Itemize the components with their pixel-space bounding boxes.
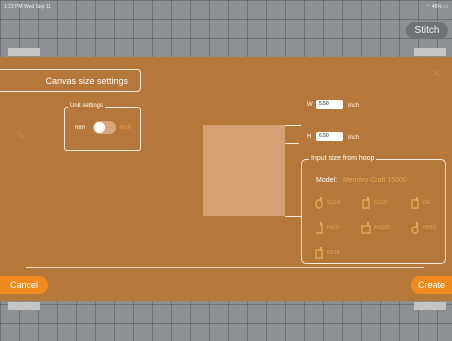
hoop-item-fa10[interactable]: FA10 <box>314 222 354 234</box>
tool-icon: ✎ <box>16 130 26 142</box>
hoop-item-sq23[interactable]: SQ23 <box>361 197 401 209</box>
canvas-preview <box>203 125 285 216</box>
unit-settings-legend: Unit settings <box>68 103 106 109</box>
status-battery: ◠ 46% ▭ <box>426 4 448 10</box>
hoop-item-gr[interactable]: GR <box>410 197 442 209</box>
width-unit: inch <box>348 103 360 109</box>
left-panel-handle-bottom <box>8 302 40 310</box>
hoop-icon <box>316 222 323 234</box>
model-label: Model: <box>316 177 338 184</box>
close-icon: ✕ <box>432 68 442 80</box>
wifi-icon: ◠ <box>426 4 431 10</box>
hoop-icon <box>361 222 371 234</box>
hoop-icon <box>411 222 419 234</box>
right-panel-handle-bottom <box>414 302 446 310</box>
create-button[interactable]: Create <box>411 276 452 294</box>
width-leader-line <box>285 125 301 126</box>
hoop-model-row[interactable]: Model: Memory Craft 15000 <box>316 177 407 184</box>
hoop-item-hh10[interactable]: HH10 <box>410 222 444 234</box>
hoop-item-re18[interactable]: RE18 <box>314 247 354 259</box>
height-input[interactable]: 6.50 <box>316 132 343 141</box>
button-divider <box>26 267 424 268</box>
height-leader-line <box>285 143 299 144</box>
left-panel-handle-top <box>8 48 40 56</box>
unit-option-mm[interactable]: mm <box>75 125 85 131</box>
hoop-icon <box>315 247 323 259</box>
stitch-button[interactable]: Stitch <box>406 22 448 39</box>
height-row: H 6.50 inch <box>307 132 367 143</box>
right-panel-handle-top <box>414 48 446 56</box>
hoop-item-label: HH10 <box>423 225 436 231</box>
hoop-item-sq14[interactable]: SQ14 <box>314 197 354 209</box>
cancel-button[interactable]: Cancel <box>0 276 48 294</box>
unit-toggle[interactable] <box>93 121 116 134</box>
unit-settings-group: Unit settings mm inch <box>64 103 141 151</box>
width-label: W <box>307 102 313 108</box>
hoop-icon <box>315 197 323 209</box>
hoop-icon <box>362 197 370 209</box>
hoop-item-label: RE18 <box>327 250 340 256</box>
battery-percent: 46% <box>431 4 442 10</box>
canvas-size-dialog: ✕ ✎ Canvas size settings Unit settings m… <box>0 57 452 301</box>
status-bar: 1:23 PM Wed Sep 11 ◠ 46% ▭ <box>0 0 452 14</box>
height-unit: inch <box>348 135 360 141</box>
model-value[interactable]: Memory Craft 15000 <box>343 177 407 184</box>
hoop-item-label: GR <box>423 200 431 206</box>
hoop-legend: Input size from hoop <box>309 155 377 162</box>
status-time: 1:23 PM Wed Sep 11 <box>4 4 52 10</box>
hoop-item-label: FA10 <box>327 225 339 231</box>
battery-icon: ▭ <box>443 4 448 10</box>
hoop-item-asq22[interactable]: ASQ22 <box>361 222 405 234</box>
width-row: W 5.50 inch <box>307 100 367 111</box>
hoop-item-label: SQ14 <box>327 200 340 206</box>
hoop-icon <box>411 197 419 209</box>
hoop-size-group: Input size from hoop Model: Memory Craft… <box>301 155 446 264</box>
height-label: H <box>307 134 312 140</box>
unit-option-inch[interactable]: inch <box>120 125 131 131</box>
width-input[interactable]: 5.50 <box>316 100 343 109</box>
dialog-title: Canvas size settings <box>0 69 141 92</box>
hoop-item-label: ASQ22 <box>374 225 391 231</box>
toggle-knob <box>94 122 105 133</box>
hoop-leader-line <box>285 216 301 217</box>
hoop-item-label: SQ23 <box>374 200 387 206</box>
